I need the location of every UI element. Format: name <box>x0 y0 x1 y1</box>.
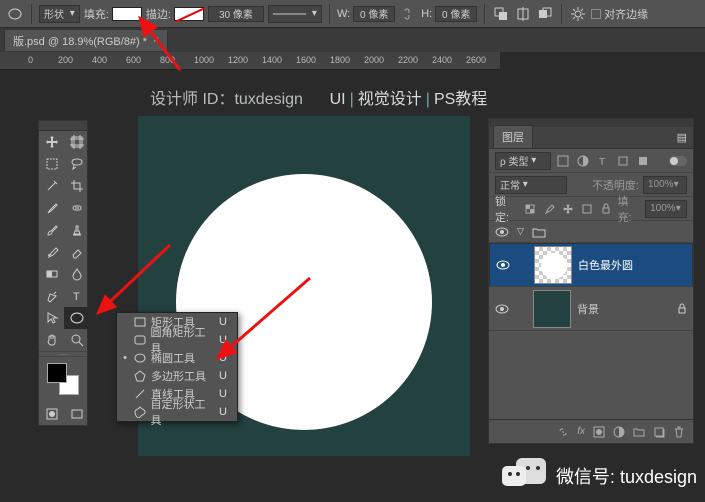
wechat-icon <box>502 458 548 494</box>
layers-tab[interactable]: 图层 <box>493 125 533 148</box>
options-bar: 形状 ▾ 填充: 描边: ▾ W: H: 对齐边缘 <box>0 0 705 28</box>
ellipse-tool-icon <box>6 6 24 22</box>
lock-pos-icon[interactable] <box>561 201 576 217</box>
filter-shape-icon[interactable] <box>615 153 631 169</box>
watermark: 微信号: tuxdesign <box>502 458 697 494</box>
document-tabbar: 版.psd @ 18.9%(RGB/8#) *× <box>0 28 705 52</box>
path-combine-icon[interactable] <box>492 6 510 22</box>
gear-icon[interactable] <box>569 6 587 22</box>
svg-text:T: T <box>599 157 605 167</box>
height-input[interactable] <box>435 6 477 22</box>
type-tool[interactable]: T <box>64 285 89 307</box>
hand-tool[interactable] <box>39 329 64 351</box>
history-brush-tool[interactable] <box>39 241 64 263</box>
opacity-input[interactable]: 100%▾ <box>643 176 687 194</box>
filter-image-icon[interactable] <box>555 153 571 169</box>
blur-tool[interactable] <box>64 263 89 285</box>
link-wh-icon[interactable] <box>399 6 417 22</box>
filter-type-icon[interactable]: T <box>595 153 611 169</box>
width-input[interactable] <box>353 6 395 22</box>
fg-color-swatch[interactable] <box>47 363 67 383</box>
path-align-icon[interactable] <box>514 6 532 22</box>
layers-panel: 图层▤ ρ 类型 ▾ T 正常 ▾ 不透明度: 100%▾ 锁定: 填充: 10… <box>488 118 694 444</box>
gradient-tool[interactable] <box>39 263 64 285</box>
lock-trans-icon[interactable] <box>523 201 538 217</box>
path-arrange-icon[interactable] <box>536 6 554 22</box>
lock-paint-icon[interactable] <box>542 201 557 217</box>
banner-text: 设计师 ID：tuxdesign UI|视觉设计|PS教程 <box>150 85 487 109</box>
quickmask-tool[interactable] <box>39 403 64 425</box>
path-select-tool[interactable] <box>39 307 64 329</box>
wand-tool[interactable] <box>39 175 64 197</box>
stroke-width-input[interactable] <box>208 6 264 22</box>
eraser-tool[interactable] <box>64 241 89 263</box>
lock-art-icon[interactable] <box>580 201 595 217</box>
panel-menu-icon[interactable]: ▤ <box>671 127 693 148</box>
lock-icon <box>677 303 687 315</box>
marquee-tool[interactable] <box>39 153 64 175</box>
heal-tool[interactable] <box>64 197 89 219</box>
eyedropper-tool[interactable] <box>39 197 64 219</box>
filter-smart-icon[interactable] <box>635 153 651 169</box>
group-icon[interactable] <box>633 427 645 437</box>
layer-thumb <box>533 290 571 328</box>
move-tool[interactable] <box>39 131 64 153</box>
folder-icon[interactable] <box>532 226 546 238</box>
stroke-swatch[interactable] <box>174 7 204 21</box>
flyout-item-ellipse[interactable]: •椭圆工具U <box>117 349 237 367</box>
new-layer-icon[interactable] <box>653 426 665 438</box>
eye-icon[interactable] <box>496 260 512 270</box>
ruler-horizontal: 0 200 400 600 800 1000 1200 1400 1600 18… <box>0 52 500 70</box>
fill-control[interactable]: 填充: <box>84 6 142 22</box>
lock-all-icon[interactable] <box>599 201 614 217</box>
brush-tool[interactable] <box>39 219 64 241</box>
eye-icon[interactable] <box>495 304 511 314</box>
align-edges-checkbox[interactable]: 对齐边缘 <box>591 6 648 22</box>
stamp-tool[interactable] <box>64 219 89 241</box>
fx-icon[interactable]: fx <box>577 426 585 437</box>
flyout-item-custom[interactable]: 自定形状工具U <box>117 403 237 421</box>
flyout-item-polygon[interactable]: 多边形工具U <box>117 367 237 385</box>
mask-icon[interactable] <box>593 426 605 438</box>
layer-row-white-circle[interactable]: 白色最外圆 <box>489 243 693 287</box>
flyout-item-rounded-rect[interactable]: 圆角矩形工具U <box>117 331 237 349</box>
eye-icon[interactable] <box>495 227 509 237</box>
filter-toggle[interactable] <box>669 156 687 166</box>
pen-tool[interactable] <box>39 285 64 307</box>
blend-mode-select[interactable]: 正常 ▾ <box>495 176 567 194</box>
artboard-tool[interactable] <box>64 131 89 153</box>
layer-thumb <box>534 246 572 284</box>
toolbox: T ⋯ <box>38 120 88 426</box>
fill-opacity-input[interactable]: 100%▾ <box>645 200 687 218</box>
layer-row-background[interactable]: 背景 <box>489 287 693 331</box>
filter-adjust-icon[interactable] <box>575 153 591 169</box>
color-swatches[interactable] <box>39 357 89 403</box>
crop-tool[interactable] <box>64 175 89 197</box>
chevron-down-icon[interactable]: ▽ <box>517 226 524 237</box>
stroke-control[interactable]: 描边: <box>146 6 204 22</box>
stroke-style-select[interactable]: ▾ <box>268 5 322 23</box>
screenmode-tool[interactable] <box>64 403 89 425</box>
lasso-tool[interactable] <box>64 153 89 175</box>
layer-filter-select[interactable]: ρ 类型 ▾ <box>495 152 551 170</box>
adjustment-icon[interactable] <box>613 426 625 438</box>
close-icon[interactable]: × <box>153 35 159 46</box>
shape-tool-flyout: 矩形工具U 圆角矩形工具U •椭圆工具U 多边形工具U 直线工具U 自定形状工具… <box>116 312 238 422</box>
trash-icon[interactable] <box>673 426 685 438</box>
shape-mode-select[interactable]: 形状 ▾ <box>39 5 80 23</box>
shape-tool[interactable] <box>64 307 89 329</box>
document-tab[interactable]: 版.psd @ 18.9%(RGB/8#) *× <box>4 29 168 51</box>
link-layers-icon[interactable] <box>557 426 569 438</box>
zoom-tool[interactable] <box>64 329 89 351</box>
fill-swatch[interactable] <box>112 7 142 21</box>
svg-text:T: T <box>73 291 80 303</box>
